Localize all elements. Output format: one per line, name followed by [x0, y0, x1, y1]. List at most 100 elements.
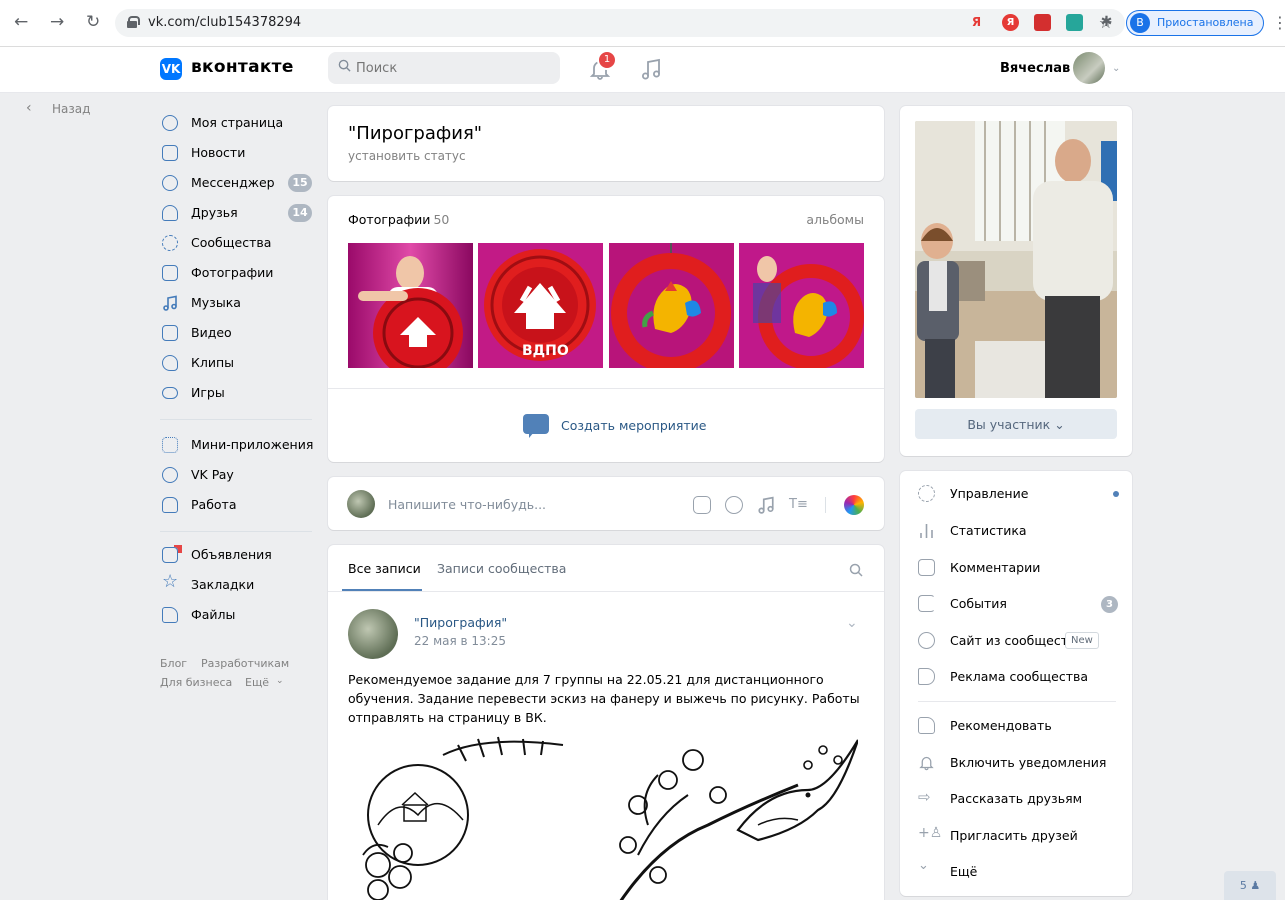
chevron-down-icon: ⌄ — [1054, 416, 1065, 432]
membership-label: Вы участник — [967, 416, 1051, 432]
sidebar-item-bookmarks[interactable]: ☆ Закладки — [160, 570, 316, 598]
enable-notifications-item[interactable]: Включить уведомления — [918, 751, 1114, 777]
community-ads-item[interactable]: Реклама сообщества — [918, 665, 1114, 691]
user-name[interactable]: Вячеслав — [1000, 61, 1070, 76]
video-icon — [162, 325, 178, 341]
unread-dot — [1113, 491, 1119, 497]
messenger-count: 15 — [288, 174, 312, 192]
sidebar-item-messenger[interactable]: Мессенджер 15 — [160, 168, 316, 196]
search-box[interactable] — [328, 52, 560, 84]
manage-item[interactable]: Управление — [918, 482, 1119, 508]
friends-icon — [162, 205, 178, 221]
search-icon — [338, 59, 351, 72]
events-item[interactable]: События 3 — [918, 592, 1118, 618]
browser-menu-icon[interactable]: ⋮ — [1272, 13, 1285, 33]
clips-icon — [162, 355, 178, 371]
browser-toolbar: ← → ↻ vk.com/club154378294 ☆ Я Я ✱ В При… — [0, 0, 1285, 47]
forward-arrow-icon[interactable]: → — [50, 12, 64, 32]
more-item[interactable]: ⌄ Ещё — [918, 858, 1114, 886]
sidebar-item-clips[interactable]: Клипы — [160, 348, 316, 376]
chevron-down-icon[interactable]: ⌄ — [846, 615, 858, 631]
photos-count: 50 — [433, 212, 450, 227]
card-divider — [328, 388, 884, 389]
yandex-browser-extension-icon[interactable]: Я — [1002, 14, 1019, 31]
vk-header: VK вконтакте Вячеслав ⌄ — [0, 47, 1285, 93]
extension-icon[interactable] — [1066, 14, 1083, 31]
search-icon[interactable] — [849, 563, 863, 577]
brand-name: вконтакте — [191, 57, 294, 77]
photo-thumbnail[interactable] — [739, 243, 864, 368]
sidebar-item-photos[interactable]: Фотографии — [160, 258, 316, 286]
set-status-link[interactable]: установить статус — [348, 149, 466, 163]
sidebar-item-vk-pay[interactable]: VK Pay — [160, 460, 316, 488]
wall-card: Все записи Записи сообщества "Пирография… — [328, 545, 884, 900]
article-icon[interactable]: T≡ — [789, 496, 808, 514]
footer-link-more[interactable]: Ещё — [245, 676, 269, 689]
back-arrow-icon[interactable]: ← — [14, 12, 28, 32]
sidebar-item-mini-apps[interactable]: Мини-приложения — [160, 430, 316, 458]
post-author[interactable]: "Пирография" — [414, 615, 507, 630]
composer-input[interactable]: Напишите что-нибудь... — [388, 497, 546, 512]
toolbar-divider — [825, 497, 826, 513]
group-title: "Пирография" — [348, 123, 483, 144]
sidebar-item-video[interactable]: Видео — [160, 318, 316, 346]
comments-item[interactable]: Комментарии — [918, 556, 1114, 582]
photo-thumbnail[interactable] — [348, 243, 473, 368]
invite-friends-item[interactable]: +♙ Пригласить друзей — [918, 824, 1114, 850]
photos-card: Фотографии 50 альбомы ВДПО Создать меропр… — [328, 196, 884, 462]
membership-button[interactable]: Вы участник ⌄ — [915, 409, 1117, 439]
tab-all-posts[interactable]: Все записи — [348, 561, 421, 576]
comment-icon — [918, 559, 935, 576]
statistics-item[interactable]: Статистика — [918, 519, 1114, 545]
speech-bubble-icon — [523, 414, 549, 438]
sidebar-item-music[interactable]: Музыка — [160, 288, 316, 316]
gamepad-icon — [162, 387, 178, 399]
music-note-icon[interactable] — [757, 496, 775, 514]
post-image-sketch[interactable] — [348, 735, 598, 900]
puzzle-extensions-icon[interactable]: ✱ — [1098, 14, 1115, 31]
camera-icon[interactable] — [693, 496, 711, 514]
online-friends-counter[interactable]: 5 ♟ — [1224, 871, 1276, 900]
reload-icon[interactable]: ↻ — [86, 12, 100, 32]
sidebar-item-news[interactable]: Новости — [160, 138, 316, 166]
chevron-down-icon[interactable]: ⌄ — [276, 676, 284, 686]
music-icon[interactable] — [640, 57, 662, 81]
pdf-extension-icon[interactable] — [1034, 14, 1051, 31]
chat-bubble-icon — [162, 175, 178, 191]
sidebar-item-work[interactable]: Работа — [160, 490, 316, 518]
sidebar-item-files[interactable]: Файлы — [160, 600, 316, 628]
photo-thumbnail[interactable] — [609, 243, 734, 368]
yandex-extension-icon[interactable]: Я — [968, 14, 985, 31]
post-image-bird-sketch[interactable] — [608, 735, 858, 900]
sidebar-item-my-page[interactable]: Моя страница — [160, 108, 316, 136]
post-author-avatar[interactable] — [348, 609, 398, 659]
share-item[interactable]: ⇨ Рассказать друзьям — [918, 787, 1114, 813]
browser-profile-button[interactable]: В Приостановлена — [1126, 10, 1264, 36]
tab-community-posts[interactable]: Записи сообщества — [437, 561, 566, 576]
photos-heading[interactable]: Фотографии 50 — [348, 212, 449, 227]
photo-thumbnail[interactable]: ВДПО — [478, 243, 603, 368]
poster-color-icon[interactable] — [844, 495, 864, 515]
apps-icon — [162, 437, 178, 453]
search-input[interactable] — [356, 58, 546, 78]
vk-logo-icon: VK — [160, 58, 182, 80]
post-date[interactable]: 22 мая в 13:25 — [414, 634, 506, 648]
albums-link[interactable]: альбомы — [806, 212, 864, 227]
chevron-down-icon[interactable]: ⌄ — [1112, 63, 1120, 74]
sidebar-item-games[interactable]: Игры — [160, 378, 316, 406]
footer-link-blog[interactable]: Блог — [160, 657, 187, 670]
sidebar-item-communities[interactable]: Сообщества — [160, 228, 316, 256]
video-play-icon[interactable] — [725, 496, 743, 514]
back-link[interactable]: ‹ Назад — [26, 100, 90, 116]
group-cover-photo[interactable] — [915, 121, 1117, 398]
footer-link-developers[interactable]: Разработчикам — [201, 657, 289, 670]
sidebar-item-friends[interactable]: Друзья 14 — [160, 198, 316, 226]
bell-icon — [918, 754, 935, 771]
post-composer: Напишите что-нибудь... T≡ — [328, 477, 884, 530]
sidebar-item-ads[interactable]: Объявления — [160, 540, 316, 568]
community-site-item[interactable]: Сайт из сообщества New — [918, 629, 1114, 655]
user-avatar[interactable] — [1073, 52, 1105, 84]
sidebar-divider — [160, 419, 312, 420]
footer-link-business[interactable]: Для бизнеса — [160, 676, 232, 689]
recommend-item[interactable]: Рекомендовать — [918, 714, 1114, 740]
